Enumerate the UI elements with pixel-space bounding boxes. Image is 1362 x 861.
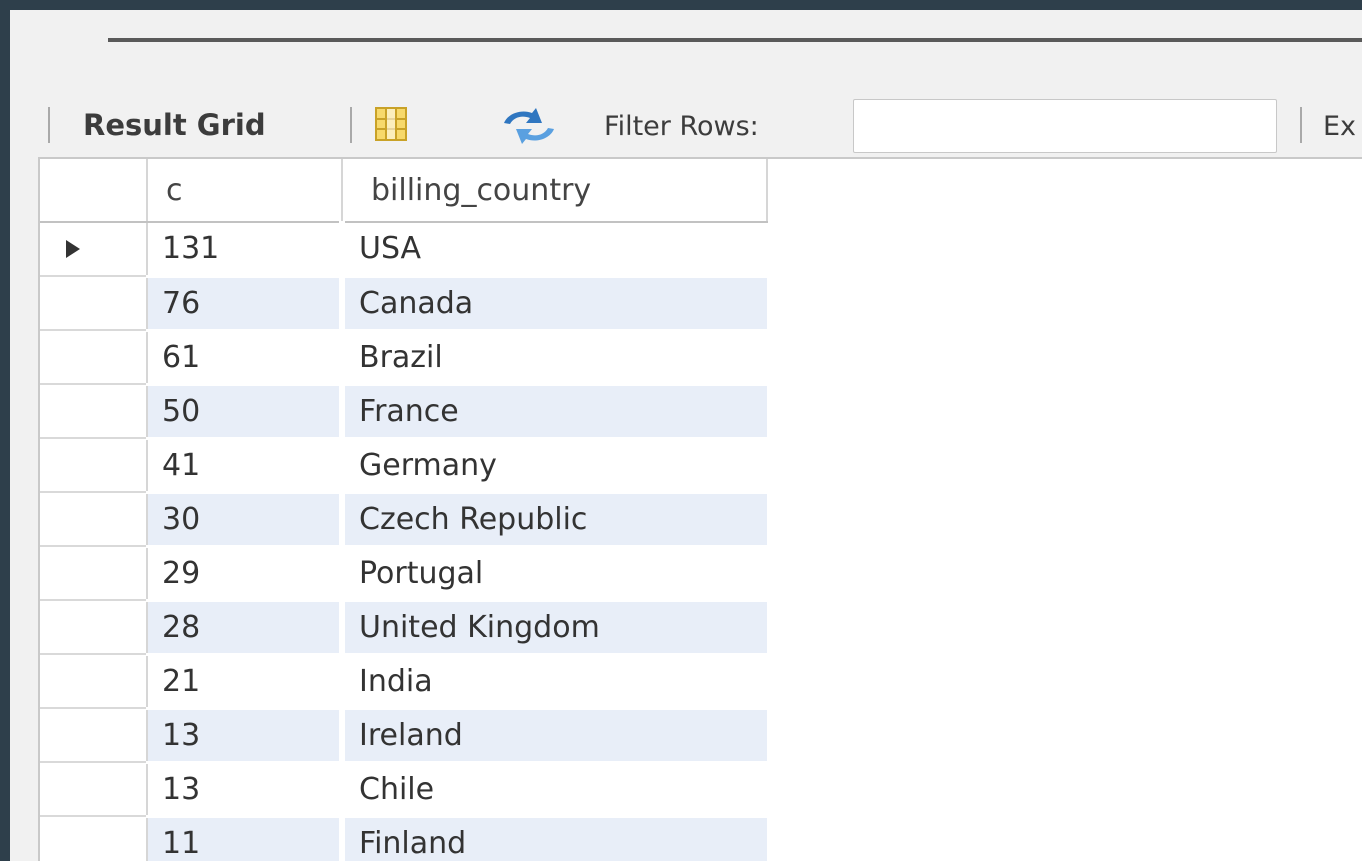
row-selector[interactable] bbox=[40, 384, 148, 439]
filter-rows-label: Filter Rows: bbox=[604, 111, 759, 142]
cell-c[interactable]: 21 bbox=[147, 654, 345, 710]
result-table: c billing_country 131 USA 76 Canada 61 Brazil… bbox=[40, 159, 768, 861]
table-row[interactable]: 61 Brazil bbox=[40, 330, 767, 386]
table-row[interactable]: 11 Finland bbox=[40, 816, 767, 861]
toolbar-separator bbox=[1300, 107, 1302, 143]
cell-c[interactable]: 29 bbox=[147, 546, 345, 602]
cell-c[interactable]: 30 bbox=[147, 492, 345, 548]
table-row[interactable]: 21 India bbox=[40, 654, 767, 710]
table-row[interactable]: 30 Czech Republic bbox=[40, 492, 767, 548]
row-selector[interactable] bbox=[40, 708, 148, 763]
cell-billing-country[interactable]: India bbox=[342, 654, 767, 710]
result-grid-tab[interactable]: Result Grid bbox=[83, 108, 266, 142]
row-selector[interactable] bbox=[40, 762, 148, 817]
row-selector[interactable] bbox=[40, 546, 148, 601]
row-selector[interactable] bbox=[40, 816, 148, 861]
column-header-c[interactable]: c bbox=[147, 159, 343, 223]
result-toolbar: Result Grid Filter Rows: Ex bbox=[10, 94, 1362, 156]
row-selector[interactable] bbox=[40, 276, 148, 331]
cell-c[interactable]: 76 bbox=[147, 276, 345, 332]
cell-billing-country[interactable]: Portugal bbox=[342, 546, 767, 602]
result-grid: c billing_country 131 USA 76 Canada 61 Brazil… bbox=[38, 157, 1362, 861]
editor-divider bbox=[108, 38, 1362, 42]
cell-billing-country[interactable]: Germany bbox=[342, 438, 767, 494]
cell-billing-country[interactable]: United Kingdom bbox=[342, 600, 767, 656]
row-selector[interactable] bbox=[40, 492, 148, 547]
toolbar-separator bbox=[350, 107, 352, 143]
row-selector[interactable] bbox=[40, 654, 148, 709]
cell-c[interactable]: 41 bbox=[147, 438, 345, 494]
table-row[interactable]: 29 Portugal bbox=[40, 546, 767, 602]
export-button[interactable]: Ex bbox=[1323, 111, 1356, 142]
cell-billing-country[interactable]: Canada bbox=[342, 276, 767, 332]
table-row[interactable]: 76 Canada bbox=[40, 276, 767, 332]
cell-c[interactable]: 13 bbox=[147, 762, 345, 818]
table-row[interactable]: 13 Chile bbox=[40, 762, 767, 818]
filter-rows-input[interactable] bbox=[853, 99, 1277, 153]
current-row-arrow-icon bbox=[66, 240, 80, 258]
row-header-corner bbox=[40, 159, 148, 223]
header-row: c billing_country bbox=[40, 159, 768, 223]
table-row[interactable]: 41 Germany bbox=[40, 438, 767, 494]
row-selector[interactable] bbox=[40, 438, 148, 493]
cell-billing-country[interactable]: Ireland bbox=[342, 708, 767, 764]
cell-c[interactable]: 13 bbox=[147, 708, 345, 764]
cell-c[interactable]: 61 bbox=[147, 330, 345, 386]
cell-c[interactable]: 28 bbox=[147, 600, 345, 656]
result-panel: Result Grid Filter Rows: Ex c billing_co… bbox=[10, 10, 1362, 861]
table-row[interactable]: 50 France bbox=[40, 384, 767, 440]
column-header-billing-country[interactable]: billing_country bbox=[342, 159, 768, 223]
cell-c[interactable]: 131 bbox=[147, 222, 345, 278]
cell-billing-country[interactable]: Finland bbox=[342, 816, 767, 861]
table-row[interactable]: 131 USA bbox=[40, 222, 767, 278]
table-row[interactable]: 13 Ireland bbox=[40, 708, 767, 764]
cell-billing-country[interactable]: Brazil bbox=[342, 330, 767, 386]
table-row[interactable]: 28 United Kingdom bbox=[40, 600, 767, 656]
row-selector[interactable] bbox=[40, 330, 148, 385]
row-selector[interactable] bbox=[40, 222, 148, 277]
cell-billing-country[interactable]: Chile bbox=[342, 762, 767, 818]
cell-c[interactable]: 11 bbox=[147, 816, 345, 861]
cell-billing-country[interactable]: France bbox=[342, 384, 767, 440]
grid-layout-icon[interactable] bbox=[375, 107, 407, 141]
refresh-icon[interactable] bbox=[498, 107, 560, 145]
toolbar-separator bbox=[48, 107, 50, 143]
cell-c[interactable]: 50 bbox=[147, 384, 345, 440]
cell-billing-country[interactable]: USA bbox=[342, 222, 767, 278]
row-selector[interactable] bbox=[40, 600, 148, 655]
cell-billing-country[interactable]: Czech Republic bbox=[342, 492, 767, 548]
